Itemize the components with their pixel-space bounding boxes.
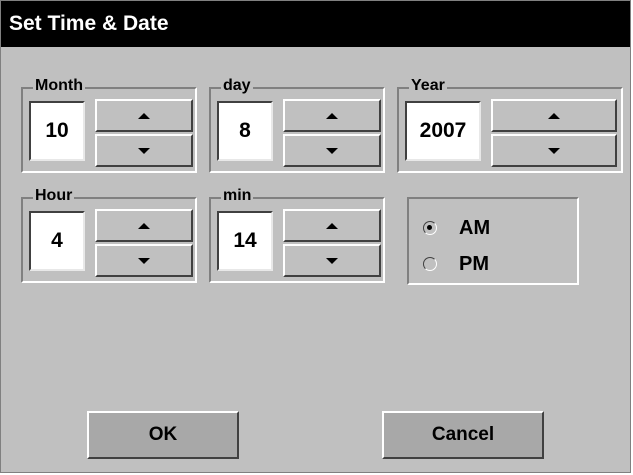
year-value[interactable]: 2007 [405,101,481,161]
am-radio-option[interactable]: AM [423,213,490,243]
hour-decrement-button[interactable] [95,244,193,277]
hour-group: Hour 4 [21,187,197,283]
set-time-date-dialog: Set Time & Date Month 10 day 8 Year 2007 [0,0,631,473]
arrow-up-icon [326,222,338,229]
pm-radio-button[interactable] [423,257,437,271]
month-increment-button[interactable] [95,99,193,132]
min-decrement-button[interactable] [283,244,381,277]
month-value[interactable]: 10 [29,101,85,161]
hour-value[interactable]: 4 [29,211,85,271]
arrow-up-icon [138,112,150,119]
arrow-down-icon [138,147,150,154]
am-radio-button[interactable] [423,221,437,235]
arrow-up-icon [548,112,560,119]
year-decrement-button[interactable] [491,134,617,167]
dialog-title: Set Time & Date [1,1,630,47]
arrow-down-icon [326,147,338,154]
year-group: Year 2007 [397,77,623,173]
month-group: Month 10 [21,77,197,173]
min-value[interactable]: 14 [217,211,273,271]
pm-radio-option[interactable]: PM [423,249,489,279]
arrow-up-icon [138,222,150,229]
hour-increment-button[interactable] [95,209,193,242]
am-label: AM [459,216,491,239]
arrow-down-icon [326,257,338,264]
day-increment-button[interactable] [283,99,381,132]
pm-label: PM [459,252,489,275]
ampm-group: AM PM [407,197,579,285]
arrow-down-icon [138,257,150,264]
month-label: Month [33,77,85,95]
arrow-down-icon [548,147,560,154]
day-group: day 8 [209,77,385,173]
month-decrement-button[interactable] [95,134,193,167]
min-increment-button[interactable] [283,209,381,242]
ok-button[interactable]: OK [87,411,239,459]
min-group: min 14 [209,187,385,283]
arrow-up-icon [326,112,338,119]
year-increment-button[interactable] [491,99,617,132]
day-label: day [221,77,253,95]
min-label: min [221,187,254,205]
hour-label: Hour [33,187,75,205]
day-value[interactable]: 8 [217,101,273,161]
year-label: Year [409,77,447,95]
day-decrement-button[interactable] [283,134,381,167]
cancel-button[interactable]: Cancel [382,411,544,459]
